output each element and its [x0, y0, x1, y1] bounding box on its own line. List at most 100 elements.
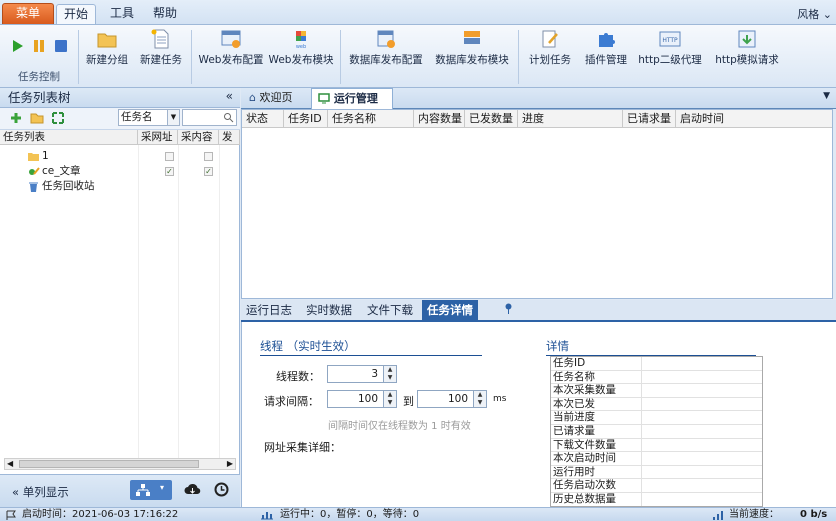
scheduled-task-button[interactable]: 计划任务 [526, 29, 574, 69]
task-detail-panel: 线程 （实时生效） 线程数： 3 ▲ ▼ 请求间隔： 100 ▲ ▼ 到 100 ▲… [241, 322, 836, 507]
filter-field-select[interactable]: 任务名 ▼ [118, 109, 180, 126]
web-module-icon: web [296, 31, 306, 49]
list-item: 本次启动时间 [551, 452, 762, 466]
pause-icon [34, 40, 44, 52]
expand-icon[interactable] [52, 112, 64, 124]
col-publish[interactable]: 发 [219, 130, 240, 145]
list-item: 下载文件数量 [551, 439, 762, 453]
col-task-list[interactable]: 任务列表 [0, 130, 138, 145]
task-counts: 运行中：0，暂停：0，等待：0 [280, 509, 420, 520]
col-task-id[interactable]: 任务ID [284, 110, 328, 128]
tree-item[interactable]: 1 [0, 149, 240, 164]
folder-icon[interactable] [30, 112, 44, 124]
tab-tools[interactable]: 工具 [102, 4, 142, 24]
tab-start[interactable]: 开始 [56, 4, 96, 24]
speed-value: 0 b/s [800, 509, 828, 520]
stepper-arrows-icon: ▲ ▼ [473, 391, 486, 407]
list-item: 运行用时 [551, 466, 762, 480]
pause-button[interactable] [33, 39, 45, 56]
web-publish-config-button[interactable]: Web发布配置 [198, 29, 264, 69]
col-requested[interactable]: 已请求量 [623, 110, 676, 128]
web-config-icon [221, 30, 241, 48]
play-button[interactable] [12, 39, 24, 56]
panel-title: 任务列表树 [0, 88, 240, 108]
tab-list-dropdown-icon[interactable]: ▼ [823, 91, 830, 101]
col-status[interactable]: 状态 [242, 110, 284, 128]
tree-item[interactable]: 任务回收站 [0, 179, 240, 194]
cloud-download-icon[interactable] [184, 482, 201, 497]
tree-layout-button[interactable]: ▾ [130, 480, 172, 500]
stop-button[interactable] [54, 39, 68, 56]
search-icon [224, 113, 234, 123]
folder-icon [97, 33, 117, 48]
collapse-panel-button[interactable]: « [226, 89, 233, 103]
db-publish-config-button[interactable]: 数据库发布配置 [346, 29, 426, 69]
recycle-bin-icon [29, 182, 38, 192]
checkbox-checked[interactable]: ✓ [204, 167, 213, 176]
clock-icon[interactable] [214, 482, 229, 497]
single-column-toggle[interactable]: « 单列显示 [12, 484, 69, 500]
database-config-icon [377, 30, 395, 48]
horizontal-scrollbar[interactable]: ◀ ▶ [4, 458, 236, 470]
tree-toolbar: 任务名 ▼ [0, 108, 240, 130]
pin-tab[interactable] [484, 300, 532, 322]
svg-text:HTTP: HTTP [662, 37, 678, 44]
task-icon [29, 167, 40, 175]
info-section-title: 详情 [546, 338, 756, 356]
checkbox[interactable] [204, 152, 213, 161]
tab-file-download[interactable]: 文件下载 [362, 300, 418, 322]
pin-icon [505, 303, 511, 314]
monitor-icon [318, 93, 330, 104]
add-icon[interactable] [10, 112, 22, 124]
http-proxy-button[interactable]: HTTP http二级代理 [637, 29, 703, 69]
checkbox[interactable] [165, 152, 174, 161]
tab-task-detail[interactable]: 任务详情 [422, 300, 478, 322]
play-icon [13, 40, 23, 52]
home-icon: ⌂ [249, 91, 256, 104]
tree-structure-icon [136, 484, 150, 496]
interval-to-stepper[interactable]: 100 ▲ ▼ [417, 390, 487, 408]
col-content-count[interactable]: 内容数量 [414, 110, 465, 128]
running-tasks-grid: 状态 任务ID 任务名称 内容数量 已发数量 进度 已请求量 启动时间 [241, 109, 833, 299]
col-collect-url[interactable]: 采网址 [138, 130, 178, 145]
http-simulate-button[interactable]: http模拟请求 [713, 29, 781, 69]
tab-help[interactable]: 帮助 [145, 4, 185, 24]
interval-label: 请求间隔： [264, 395, 319, 408]
db-publish-module-button[interactable]: 数据库发布模块 [432, 29, 512, 69]
interval-from-stepper[interactable]: 100 ▲ ▼ [327, 390, 397, 408]
new-group-button[interactable]: 新建分组 [84, 29, 130, 69]
signal-icon [713, 511, 723, 520]
threads-label: 线程数： [276, 370, 320, 383]
tree-column-header: 任务列表 采网址 采内容 发 [0, 130, 240, 145]
col-published-count[interactable]: 已发数量 [465, 110, 518, 128]
col-start-time[interactable]: 启动时间 [676, 110, 832, 128]
col-task-name[interactable]: 任务名称 [328, 110, 414, 128]
ribbon: 任务控制 新建分组 新建任务 Web发布配置 web Web发布模块 数据库发布… [0, 24, 836, 88]
tab-welcome[interactable]: ⌂ 欢迎页 [243, 88, 298, 109]
document-tabs: ⌂ 欢迎页 运行管理 ▼ [241, 88, 836, 109]
start-time: 启动时间：2021-06-03 17:16:22 [22, 509, 179, 520]
checkbox-checked[interactable]: ✓ [165, 167, 174, 176]
tree-item[interactable]: ce_文章 ✓ ✓ [0, 164, 240, 179]
col-collect-content[interactable]: 采内容 [178, 130, 219, 145]
to-label: 到 [403, 395, 414, 408]
new-task-button[interactable]: 新建任务 [138, 29, 184, 69]
schedule-icon [542, 30, 558, 48]
col-progress[interactable]: 进度 [518, 110, 623, 128]
style-menu[interactable]: 风格 ⌄ [797, 6, 832, 22]
tab-realtime-data[interactable]: 实时数据 [301, 300, 357, 322]
scroll-thumb[interactable] [19, 460, 199, 468]
threads-stepper[interactable]: 3 ▲ ▼ [327, 365, 397, 383]
list-item: 已请求量 [551, 425, 762, 439]
tab-run-management[interactable]: 运行管理 [311, 88, 393, 109]
tree-search-input[interactable] [182, 109, 237, 126]
web-publish-module-button[interactable]: web Web发布模块 [268, 29, 334, 69]
interval-hint: 间隔时间仅在线程数为 1 时有效 [328, 421, 471, 432]
tree-bottom-bar: « 单列显示 ▾ [0, 474, 240, 507]
status-bar: 启动时间：2021-06-03 17:16:22 运行中：0，暂停：0，等待：0… [0, 507, 836, 521]
app-menu-button[interactable]: 菜单 [2, 3, 54, 24]
task-tree-panel: 任务列表树 « 任务名 ▼ 任务列表 采网址 采内容 发 1 ce_文章 ✓ ✓… [0, 88, 240, 507]
tab-run-log[interactable]: 运行日志 [241, 300, 297, 322]
plugin-manager-button[interactable]: 插件管理 [582, 29, 630, 69]
list-item: 本次已发 [551, 398, 762, 412]
